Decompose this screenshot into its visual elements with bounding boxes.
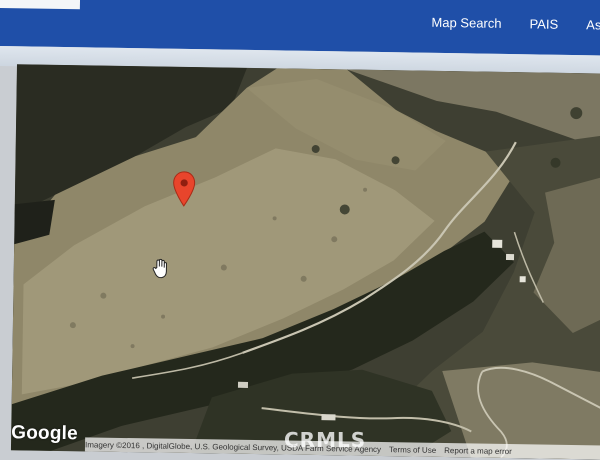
crmls-watermark: CRMLS — [284, 428, 367, 452]
header-logo-area — [0, 0, 81, 10]
nav-map-search[interactable]: Map Search — [431, 15, 501, 31]
hand-cursor-icon — [152, 258, 170, 279]
satellite-map[interactable]: Google Imagery ©2016 , DigitalGlobe, U.S… — [10, 64, 600, 460]
location-pin-icon[interactable] — [172, 171, 197, 207]
browser-screen: Map Search PAIS Assessor Google Imagery … — [0, 0, 600, 460]
nav-menu: Map Search PAIS Assessor — [403, 14, 600, 33]
satellite-imagery — [10, 64, 600, 460]
report-map-error-link[interactable]: Report a map error — [444, 446, 512, 456]
nav-pais[interactable]: PAIS — [529, 16, 558, 31]
google-logo: Google — [11, 422, 79, 445]
nav-assessor[interactable]: Assessor — [586, 17, 600, 33]
